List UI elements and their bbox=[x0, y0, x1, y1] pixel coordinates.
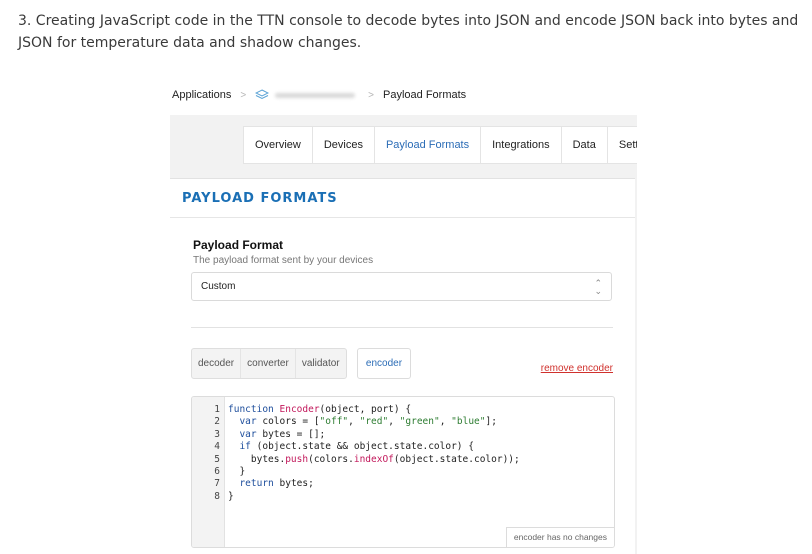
payload-formats-panel: PAYLOAD FORMATS Payload Format The paylo… bbox=[170, 178, 635, 554]
code-line: } bbox=[228, 466, 246, 478]
payload-format-select[interactable]: Custom ⌃ ⌄ bbox=[191, 272, 612, 301]
payload-format-selected-value: Custom bbox=[201, 281, 236, 292]
converter-button[interactable]: converter bbox=[241, 349, 296, 378]
code-line: var bytes = []; bbox=[239, 428, 326, 440]
format-function-tabs: decoder converter validator bbox=[191, 348, 347, 379]
code-line: function Encoder(object, port) { bbox=[228, 404, 412, 415]
code-text[interactable]: function Encoder(object, port) { var col… bbox=[228, 404, 520, 503]
line-number: 3 bbox=[214, 428, 220, 440]
code-line: var colors = ["off", "red", "green", "bl… bbox=[239, 416, 497, 428]
line-number: 6 bbox=[214, 466, 220, 477]
application-tabs: Overview Devices Payload Formats Integra… bbox=[243, 126, 637, 164]
editor-status: encoder has no changes bbox=[505, 527, 614, 547]
tab-payload-formats[interactable]: Payload Formats bbox=[375, 127, 482, 163]
tab-settings[interactable]: Settings bbox=[608, 127, 637, 163]
validator-button[interactable]: validator bbox=[296, 349, 346, 378]
line-number: 2 bbox=[214, 416, 220, 428]
breadcrumb-separator: > bbox=[240, 89, 247, 101]
tab-integrations[interactable]: Integrations bbox=[481, 127, 562, 163]
line-number: 5 bbox=[214, 453, 220, 465]
line-number-gutter: 1 2 3 4 5 6 7 8 bbox=[192, 397, 225, 547]
code-line: return bytes; bbox=[239, 478, 314, 490]
ttn-console-screenshot: Applications > > Payload Formats Overvie… bbox=[170, 75, 637, 554]
line-number: 8 bbox=[214, 490, 220, 502]
breadcrumb-applications[interactable]: Applications bbox=[172, 89, 231, 101]
encoder-button[interactable]: encoder bbox=[357, 348, 411, 379]
updown-chevron-icon: ⌃ ⌄ bbox=[594, 277, 602, 296]
code-line: } bbox=[228, 490, 234, 502]
tab-overview[interactable]: Overview bbox=[244, 127, 313, 163]
redacted-application-name bbox=[275, 92, 356, 98]
breadcrumb: Applications > > Payload Formats bbox=[170, 75, 637, 115]
payload-format-description: The payload format sent by your devices bbox=[193, 255, 374, 266]
section-divider bbox=[191, 327, 613, 328]
line-number: 1 bbox=[214, 404, 220, 415]
line-number: 4 bbox=[214, 441, 220, 453]
decoder-button[interactable]: decoder bbox=[192, 349, 242, 378]
figure-caption: 3. Creating JavaScript code in the TTN c… bbox=[18, 13, 799, 51]
code-line: bytes.push(colors.indexOf(object.state.c… bbox=[228, 453, 520, 465]
tab-data[interactable]: Data bbox=[562, 127, 608, 163]
stack-layers-icon bbox=[255, 89, 270, 100]
breadcrumb-separator: > bbox=[368, 89, 375, 101]
panel-header: PAYLOAD FORMATS bbox=[170, 179, 635, 218]
panel-title: PAYLOAD FORMATS bbox=[182, 190, 338, 206]
payload-format-label: Payload Format bbox=[193, 238, 284, 252]
tab-devices[interactable]: Devices bbox=[313, 127, 375, 163]
code-line: if (object.state && object.state.color) … bbox=[239, 441, 474, 453]
remove-encoder-link[interactable]: remove encoder bbox=[541, 363, 613, 374]
line-number: 7 bbox=[214, 478, 220, 490]
breadcrumb-current: Payload Formats bbox=[383, 89, 467, 101]
code-editor[interactable]: 1 2 3 4 5 6 7 8 function Encoder(object,… bbox=[191, 396, 615, 548]
